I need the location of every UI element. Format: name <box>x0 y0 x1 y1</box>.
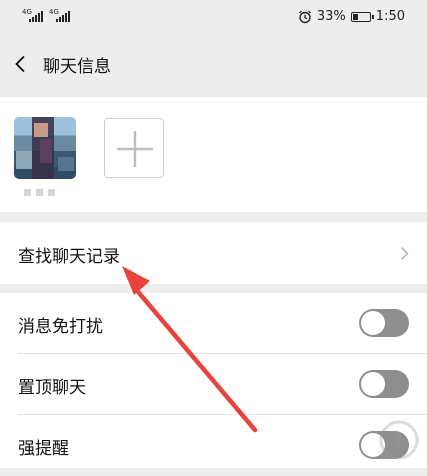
back-button[interactable] <box>8 50 36 78</box>
clock: 1:50 <box>375 9 405 24</box>
member-name-blurred <box>24 187 60 197</box>
settings-list: 消息免打扰 置顶聊天 强提醒 <box>0 293 427 468</box>
setting-pin-chat: 置顶聊天 <box>0 354 427 415</box>
setting-mute-label: 消息免打扰 <box>18 317 103 337</box>
member-panel <box>0 97 427 212</box>
battery-icon <box>350 11 374 22</box>
header: 聊天信息 <box>0 36 427 92</box>
setting-mute: 消息免打扰 <box>0 293 427 354</box>
setting-pin-chat-label: 置顶聊天 <box>18 378 86 398</box>
search-chat-history-label: 查找聊天记录 <box>18 247 120 267</box>
status-bar: 4G 4G 33% 1:50 <box>0 0 427 36</box>
chevron-left-icon <box>15 55 25 73</box>
avatar[interactable] <box>14 117 76 179</box>
alarm-icon <box>298 10 311 23</box>
plus-icon <box>117 131 153 167</box>
pin-chat-toggle[interactable] <box>359 370 409 398</box>
chevron-right-icon <box>400 246 409 261</box>
add-member-button[interactable] <box>104 118 164 178</box>
setting-strong-reminder-label: 强提醒 <box>18 439 69 459</box>
page-title: 聊天信息 <box>43 57 111 77</box>
setting-strong-reminder: 强提醒 <box>0 415 427 476</box>
mute-toggle[interactable] <box>359 309 409 337</box>
search-chat-history-item[interactable]: 查找聊天记录 <box>0 222 427 284</box>
watermark-logo-icon <box>379 420 419 460</box>
battery-percent: 33% <box>316 9 346 24</box>
